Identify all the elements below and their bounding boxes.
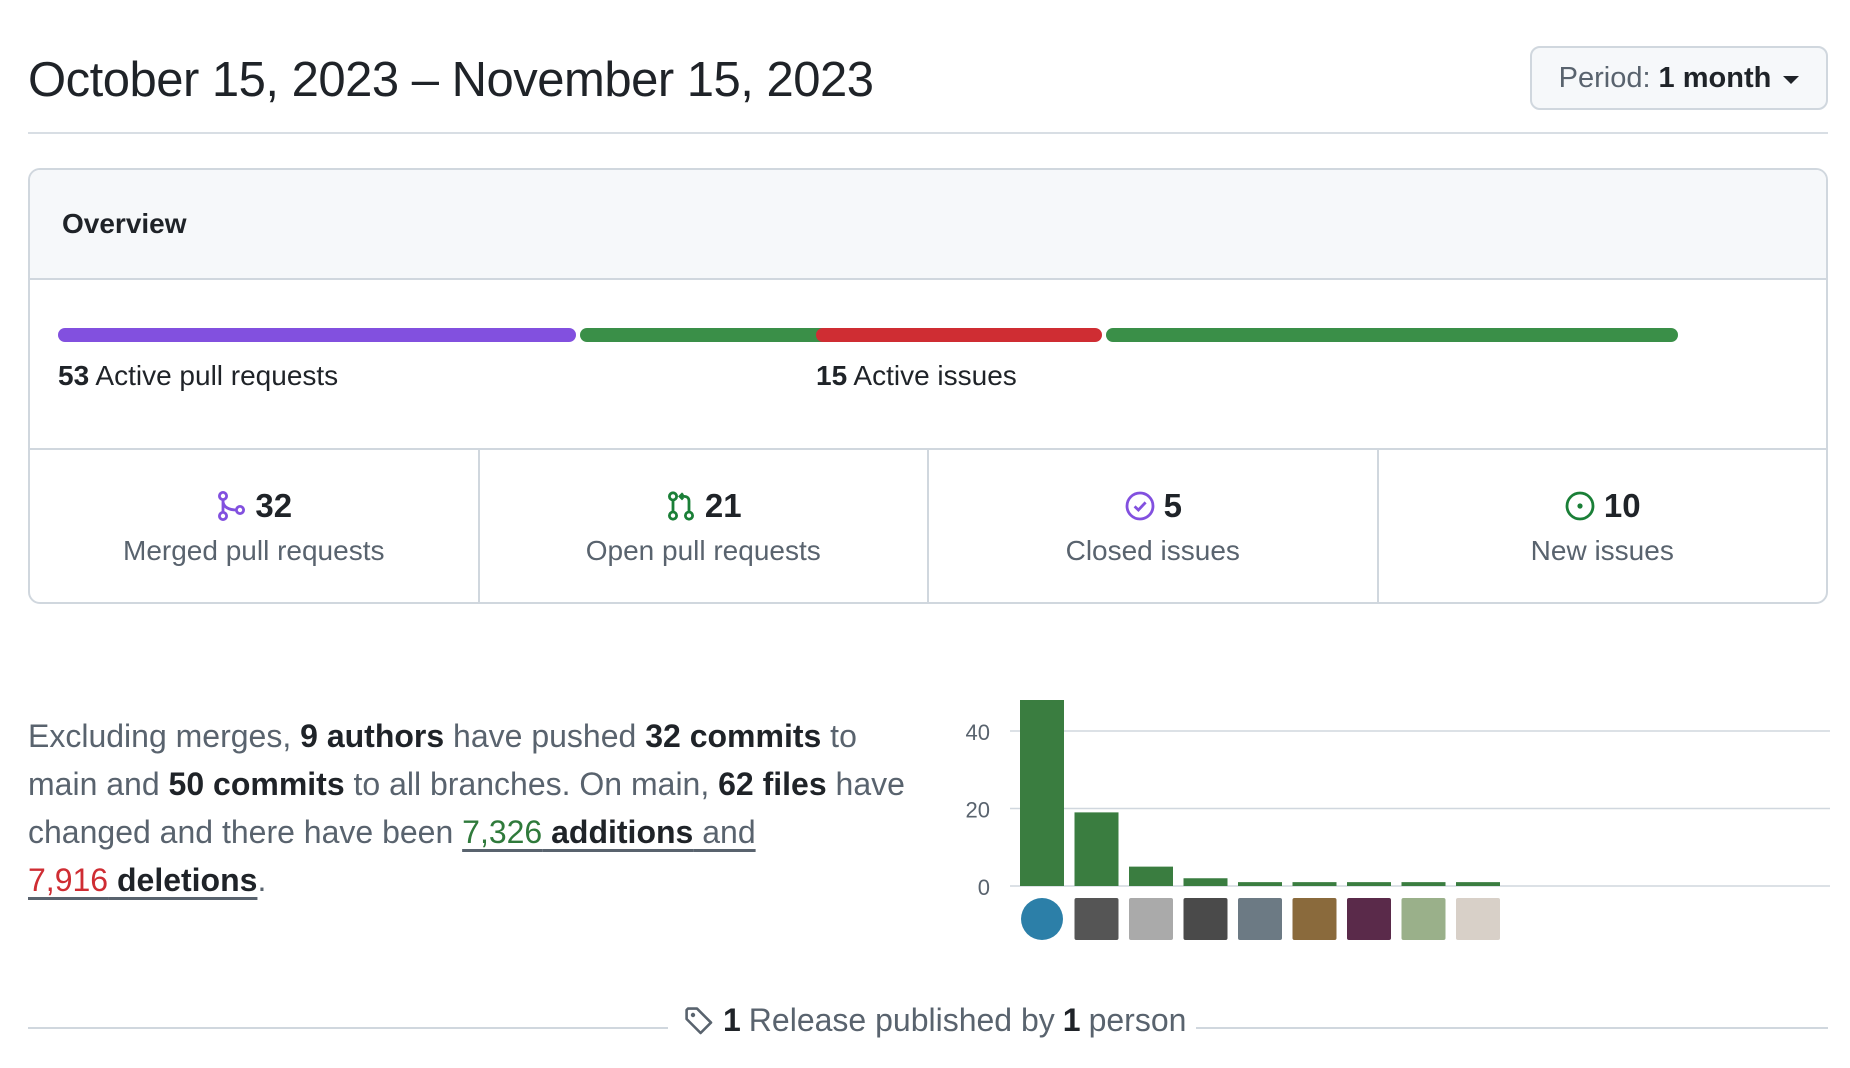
period-value: 1 month	[1658, 61, 1772, 94]
active-prs-text: Active pull requests	[95, 360, 339, 391]
release-divider-left	[28, 1027, 668, 1029]
authors-count: 9 authors	[300, 718, 445, 754]
new-issues-label: New issues	[1530, 535, 1674, 566]
release-count: 1	[723, 1002, 741, 1038]
bar[interactable]	[1292, 882, 1337, 886]
additions-link[interactable]: 7,326 additions and	[462, 814, 755, 850]
bar[interactable]	[1183, 878, 1228, 886]
author-avatar[interactable]	[1129, 898, 1173, 940]
additions-count: 7,326	[462, 814, 543, 850]
summary-text: have pushed	[444, 718, 646, 754]
summary-text: .	[257, 862, 267, 898]
stat-closed-issues[interactable]: 5 Closed issues	[929, 450, 1379, 602]
author-avatar[interactable]	[1238, 898, 1282, 940]
author-avatar[interactable]	[1021, 898, 1063, 940]
author-avatar[interactable]	[1183, 898, 1228, 940]
overview-bars: 53 Active pull requests 15 Active issues	[30, 280, 1826, 450]
bar[interactable]	[1238, 882, 1282, 886]
release-summary: 1 Release published by 1 person	[28, 1002, 1828, 1042]
release-text: person	[1088, 1002, 1187, 1038]
active-prs-count: 53	[58, 360, 90, 391]
summary-text: and	[693, 814, 756, 850]
summary-text: to all branches. On main,	[344, 766, 719, 802]
issue-opened-icon	[1565, 491, 1595, 521]
header: October 15, 2023 – November 15, 2023 Per…	[28, 0, 1828, 134]
stat-merged-prs[interactable]: 32 Merged pull requests	[30, 450, 480, 602]
date-range-title: October 15, 2023 – November 15, 2023	[28, 53, 874, 107]
merged-prs-value: 32	[255, 487, 293, 524]
open-prs-value: 21	[704, 487, 742, 524]
y-tick-label: 40	[966, 720, 990, 745]
active-issues-count: 15	[816, 360, 848, 391]
deletions-link[interactable]: 7,916 deletions	[28, 862, 257, 898]
stat-new-issues[interactable]: 10 New issues	[1379, 450, 1827, 602]
bar[interactable]	[1401, 882, 1446, 886]
bar[interactable]	[1347, 882, 1391, 886]
release-link[interactable]: 1 Release published by 1 person	[673, 1002, 1197, 1039]
period-prefix: Period:	[1558, 61, 1651, 94]
new-issues-value: 10	[1603, 487, 1641, 524]
overview-stats: 32 Merged pull requests 21 Open pull req…	[30, 450, 1827, 602]
git-merge-icon	[218, 491, 246, 521]
author-avatar[interactable]	[1456, 898, 1500, 940]
release-divider-right	[1178, 1027, 1828, 1029]
git-pull-request-icon	[667, 491, 694, 521]
merged-prs-bar[interactable]	[58, 328, 576, 342]
active-issues-text: Active issues	[853, 360, 1017, 391]
author-avatar[interactable]	[1074, 898, 1119, 940]
tag-icon	[685, 1006, 713, 1034]
commits-main-count: 32 commits	[645, 718, 822, 754]
deletions-count: 7,916	[28, 862, 109, 898]
open-issues-bar[interactable]	[1106, 328, 1678, 342]
deletions-word: deletions	[108, 862, 258, 898]
closed-issues-value: 5	[1163, 487, 1182, 524]
issue-closed-icon	[1125, 491, 1154, 521]
commits-chart-svg: 0 20 40	[966, 700, 1830, 940]
commits-all-count: 50 commits	[168, 766, 345, 802]
summary-text: Excluding merges,	[28, 718, 301, 754]
commit-summary: Excluding merges, 9 authors have pushed …	[28, 712, 918, 904]
active-prs-label[interactable]: 53 Active pull requests	[58, 360, 338, 392]
active-issues-label[interactable]: 15 Active issues	[816, 360, 1017, 392]
additions-word: additions	[542, 814, 694, 850]
y-tick-label: 20	[966, 798, 990, 823]
author-avatar[interactable]	[1347, 898, 1391, 940]
release-text: Release published by	[748, 1002, 1055, 1038]
bar[interactable]	[1074, 812, 1119, 886]
closed-issues-label: Closed issues	[1065, 535, 1240, 566]
stat-open-prs[interactable]: 21 Open pull requests	[480, 450, 929, 602]
overview-title: Overview	[30, 170, 1826, 280]
y-tick-label: 0	[978, 875, 990, 900]
period-dropdown-button[interactable]: Period: 1 month	[1530, 46, 1828, 110]
author-avatar[interactable]	[1292, 898, 1337, 940]
open-prs-label: Open pull requests	[585, 535, 821, 566]
commits-by-author-chart: 0 20 40	[930, 680, 1830, 960]
bar[interactable]	[1020, 700, 1064, 886]
overview-panel: Overview 53 Active pull requests 15 Acti…	[28, 168, 1828, 604]
bar[interactable]	[1129, 866, 1173, 886]
files-count: 62 files	[718, 766, 827, 802]
bar[interactable]	[1456, 882, 1500, 886]
closed-issues-bar[interactable]	[816, 328, 1102, 342]
release-people-count: 1	[1062, 1002, 1081, 1038]
author-avatar[interactable]	[1401, 898, 1446, 940]
caret-down-icon	[1783, 76, 1800, 84]
merged-prs-label: Merged pull requests	[123, 535, 385, 566]
